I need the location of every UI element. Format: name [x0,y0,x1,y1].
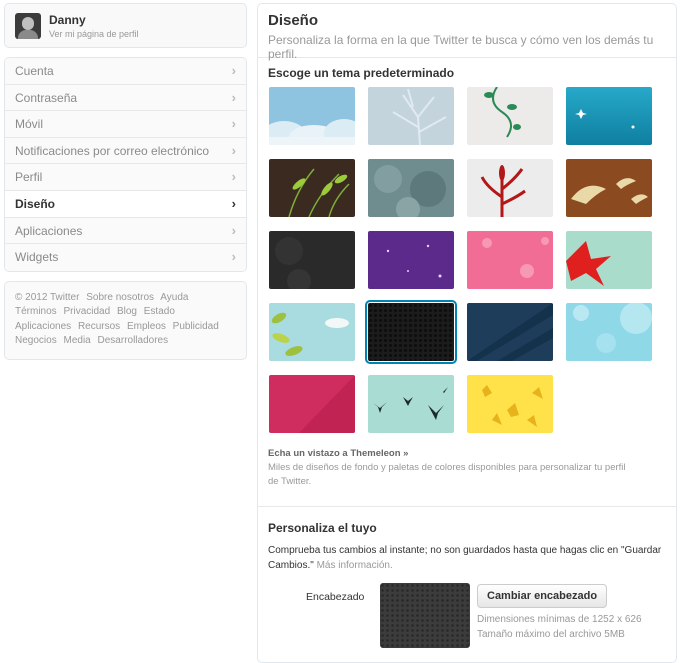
theme-thumbnail-light-blue-bokeh[interactable] [566,303,652,361]
footer-link[interactable]: Negocios [15,335,57,346]
page-title: Diseño [268,12,319,29]
theme-thumbnail-yellow-leaves[interactable] [467,375,553,433]
menu-item[interactable]: Aplicaciones › [5,217,246,245]
customize-text: Comprueba tus cambios al instante; no so… [268,543,668,573]
theme-thumbnail-gray-foliage[interactable] [368,159,454,217]
menu-item[interactable]: Contraseña › [5,84,246,112]
menu-item-label: Móvil [15,117,44,132]
design-panel: Diseño Personaliza la forma en la que Tw… [257,3,677,663]
theme-thumbnail-red-plant[interactable] [467,159,553,217]
more-info-link[interactable]: Más información. [317,560,393,571]
theme-thumbnail-green-leaves-dark[interactable] [269,159,355,217]
chevron-right-icon: › [231,142,236,158]
header-info: Dimensiones mínimas de 1252 x 626 Tamaño… [477,612,642,642]
footer-links: © 2012 Twitter Sobre nosotros Ayuda Térm… [4,280,247,360]
menu-item-label: Diseño [15,196,56,211]
themeleon-block: Echa un vistazo a Themeleon » Miles de d… [268,447,638,489]
footer-link[interactable]: Blog [117,306,137,317]
footer-link: © 2012 Twitter [15,291,80,303]
theme-thumbnail-tree[interactable] [368,87,454,145]
divider [258,506,676,507]
chevron-right-icon: › [231,89,236,105]
theme-thumbnail-clouds[interactable] [269,87,355,145]
theme-thumbnail-leaves-sky[interactable] [269,303,355,361]
profile-name[interactable]: Danny [49,13,86,27]
menu-item-label: Contraseña [15,90,78,105]
theme-thumbnail-dark-gray[interactable] [269,231,355,289]
footer-link[interactable]: Aplicaciones [15,321,71,332]
profile-page-link[interactable]: Ver mi página de perfil [49,29,139,39]
chevron-right-icon: › [231,63,236,78]
chevron-right-icon: › [231,195,236,211]
chevron-right-icon: › [231,116,236,132]
theme-thumbnail-brown-birds[interactable] [566,159,652,217]
footer-link[interactable]: Estado [144,306,175,317]
theme-thumbnail-navy-rays[interactable] [467,303,553,361]
menu-item[interactable]: Widgets › [5,244,246,271]
customize-title: Personaliza el tuyo [268,521,377,535]
profile-card[interactable]: Danny Ver mi página de perfil [4,3,247,48]
panel-header: Diseño Personaliza la forma en la que Tw… [258,4,676,61]
menu-item-label: Notificaciones por correo electrónico [15,143,210,158]
menu-item-label: Cuenta [15,64,54,78]
footer-link[interactable]: Recursos [78,321,120,332]
footer-link[interactable]: Ayuda [160,292,188,303]
page-subtitle: Personaliza la forma en la que Twitter t… [268,33,654,61]
menu-item-label: Aplicaciones [15,223,83,238]
footer-link[interactable]: Empleos [127,321,166,332]
chevron-right-icon: › [231,169,236,185]
menu-item[interactable]: Notificaciones por correo electrónico › [5,137,246,165]
header-max-size: Tamaño máximo del archivo 5MB [477,629,625,640]
menu-item[interactable]: Diseño › [5,190,246,218]
footer-link[interactable]: Privacidad [63,306,110,317]
footer-link[interactable]: Sobre nosotros [86,292,154,303]
themes-title: Escoge un tema predeterminado [268,66,455,80]
footer-link[interactable]: Publicidad [173,321,219,332]
avatar[interactable] [15,13,41,39]
theme-thumbnail-purple-stars[interactable] [368,231,454,289]
sidebar: Danny Ver mi página de perfil Cuenta › Con… [4,3,247,360]
chevron-right-icon: › [231,222,236,238]
menu-item-label: Widgets [15,250,59,265]
menu-item[interactable]: Perfil › [5,164,246,191]
header-min-dimensions: Dimensiones mínimas de 1252 x 626 [477,614,642,625]
footer-link[interactable]: Media [63,335,90,346]
menu-item[interactable]: Cuenta › [5,58,246,85]
change-header-button[interactable]: Cambiar encabezado [477,584,608,608]
settings-menu: Cuenta › Contraseña › Móvil › Notificaciones p… [4,57,247,272]
footer-link[interactable]: Desarrolladores [98,335,169,346]
theme-thumbnail-magenta[interactable] [269,375,355,433]
menu-item-label: Perfil [15,170,43,185]
themeleon-link[interactable]: Echa un vistazo a Themeleon » [268,448,408,459]
themeleon-text: Miles de diseños de fondo y paletas de c… [268,462,626,487]
footer-link[interactable]: Términos [15,306,57,317]
theme-thumbnail-red-leaf-mint[interactable] [566,231,652,289]
theme-thumbnail-pink-flowers[interactable] [467,231,553,289]
theme-thumbnail-sparkle-teal[interactable] [566,87,652,145]
header-preview [380,583,470,648]
theme-thumbnail-birds-mint[interactable] [368,375,454,433]
menu-item[interactable]: Móvil › [5,111,246,138]
header-label: Encabezado [306,591,365,603]
chevron-right-icon: › [231,249,236,265]
theme-thumbnail-black-hex[interactable] [365,300,457,364]
theme-thumbnail-vine[interactable] [467,87,553,145]
